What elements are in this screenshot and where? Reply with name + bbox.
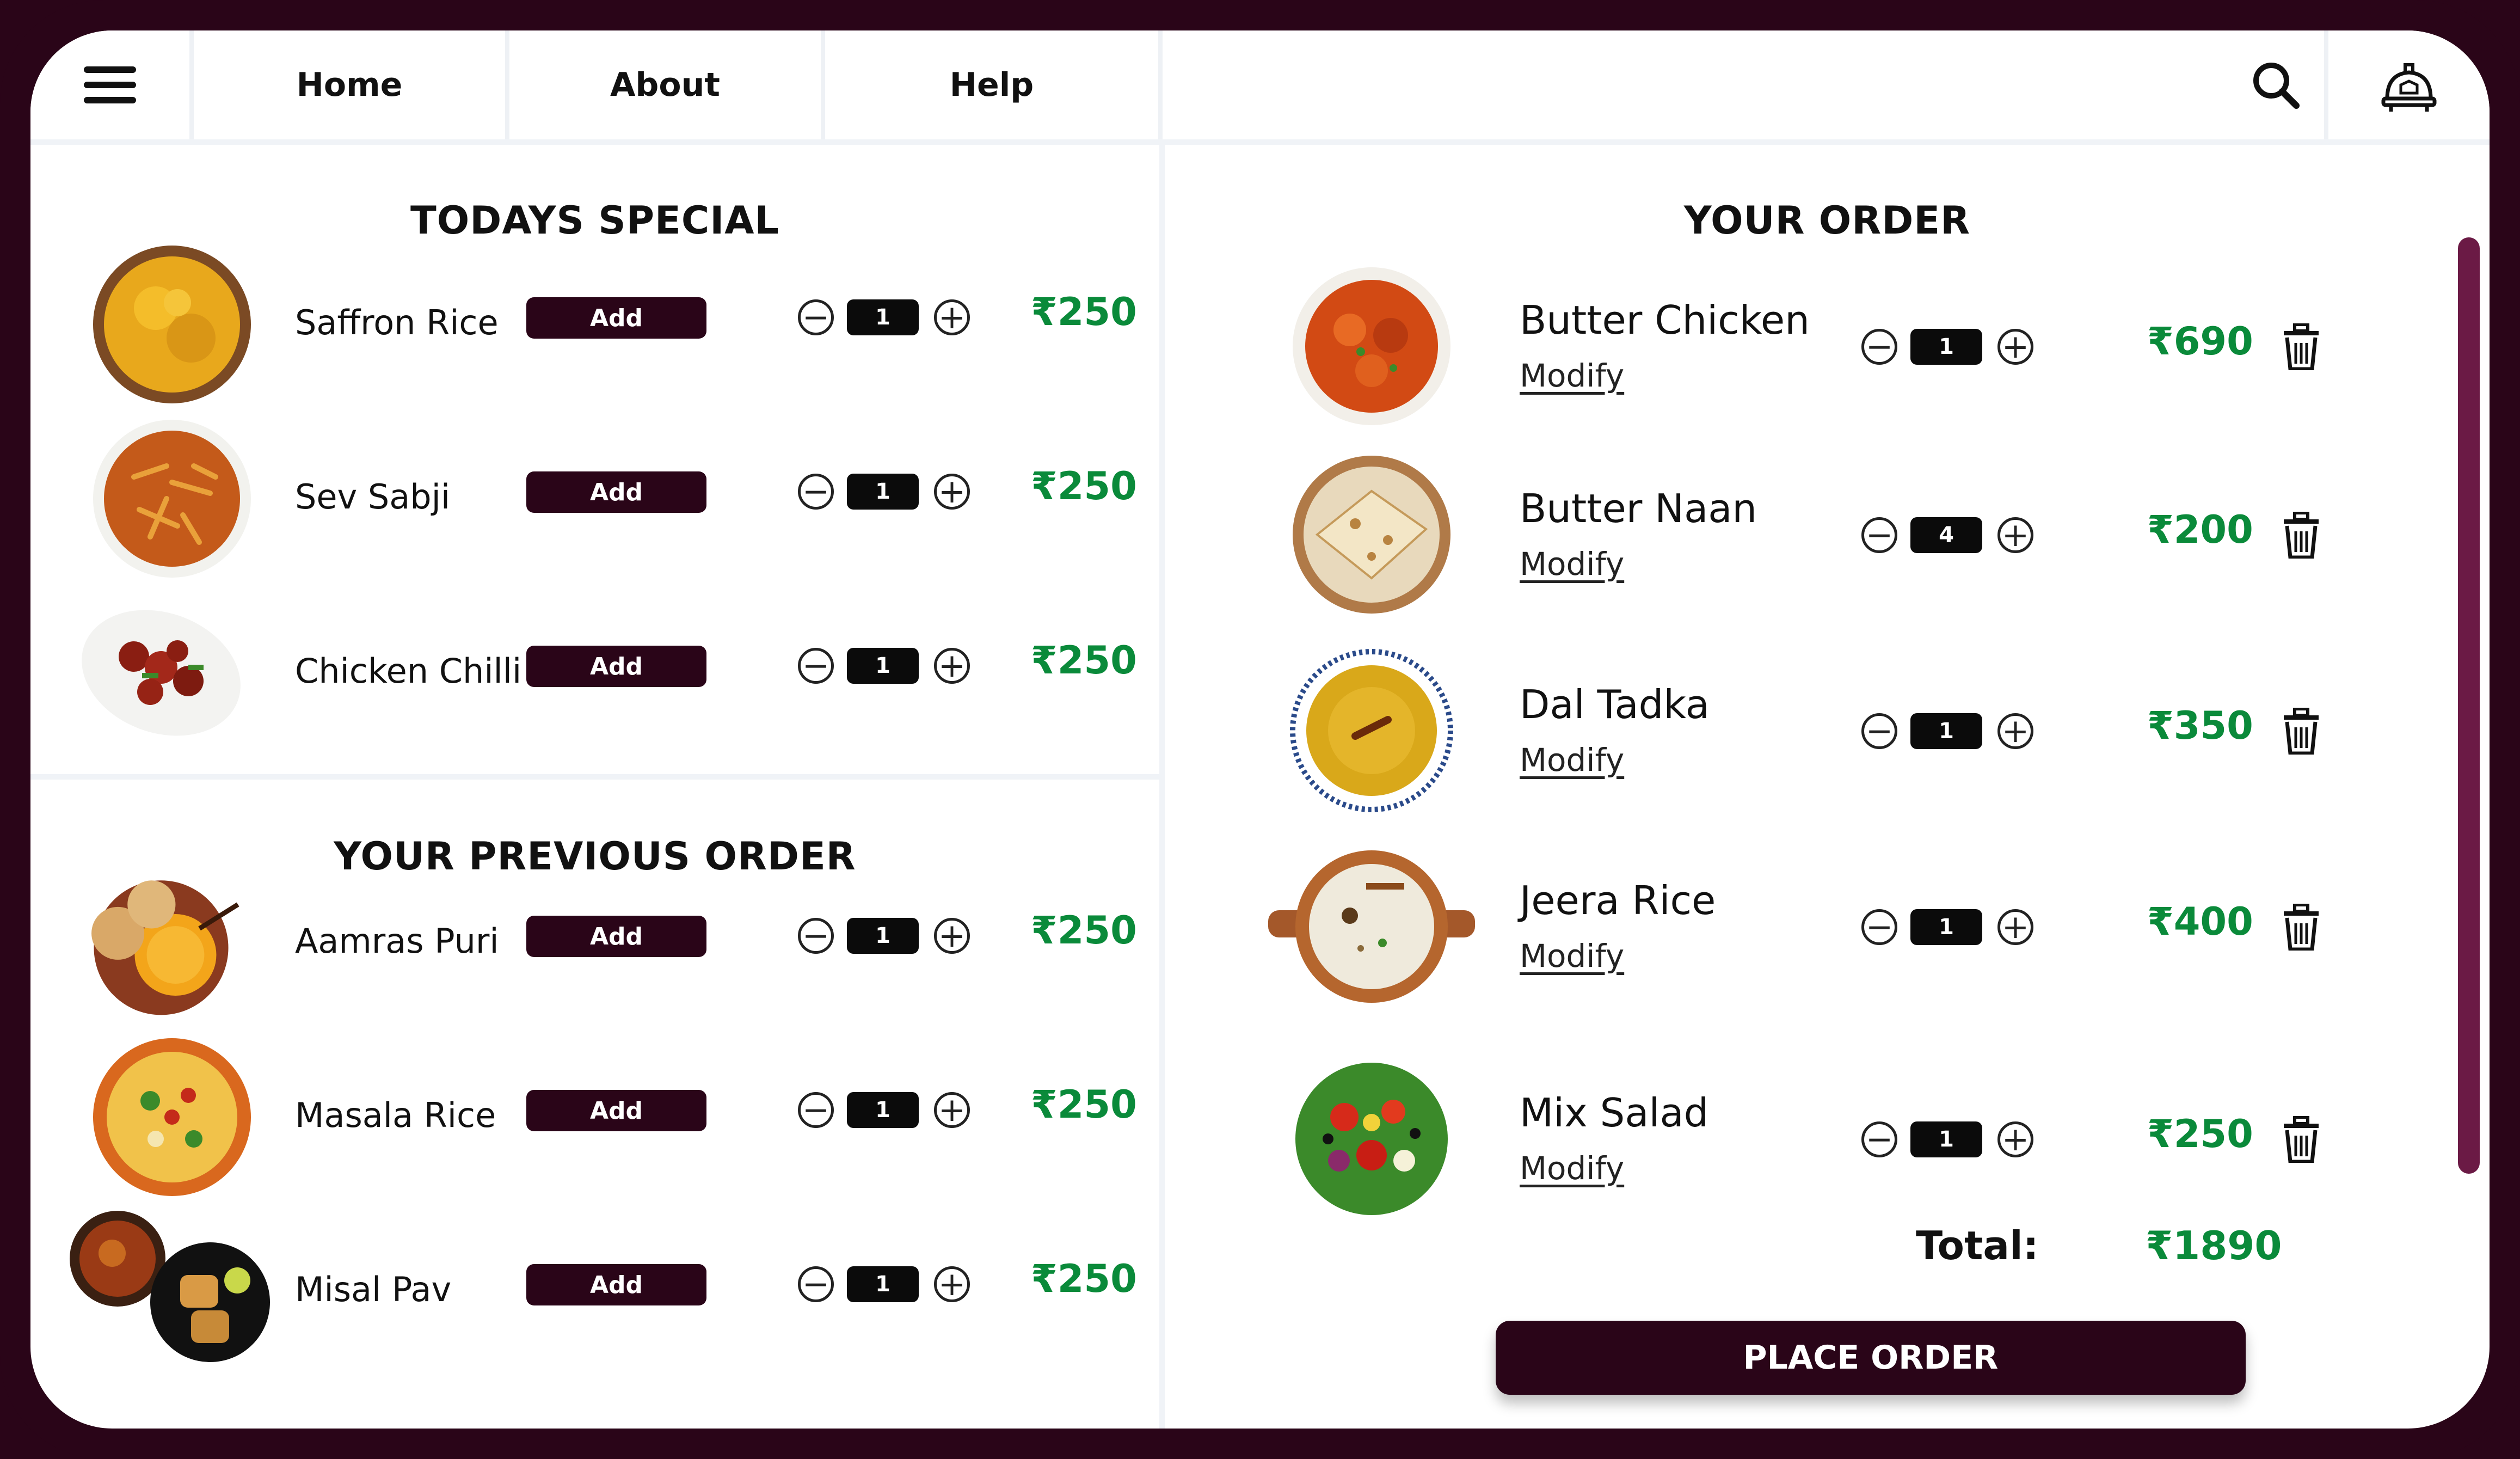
decrease-qty-button[interactable]: − bbox=[798, 1266, 834, 1302]
increase-qty-button[interactable]: + bbox=[1997, 517, 2033, 553]
device-frame: Home About Help TODAYS SPECIAL Saffron R… bbox=[0, 0, 2520, 1459]
decrease-qty-button[interactable]: − bbox=[798, 1092, 834, 1128]
order-item: Butter Chicken Modify − 1 + ₹690 bbox=[1165, 265, 2490, 439]
add-button[interactable]: Add bbox=[526, 916, 706, 957]
menu-item-price: ₹250 bbox=[1031, 1256, 1137, 1301]
decrease-qty-button[interactable]: − bbox=[798, 918, 834, 954]
quantity-value: 1 bbox=[1910, 909, 1982, 945]
menu-item-name: Aamras Puri bbox=[295, 921, 499, 961]
your-order-title: YOUR ORDER bbox=[1683, 198, 1971, 243]
nav-home-label: Home bbox=[296, 66, 403, 104]
decrease-qty-button[interactable]: − bbox=[1861, 1121, 1897, 1157]
total-label: Total: bbox=[1916, 1223, 2039, 1268]
app-screen: Home About Help TODAYS SPECIAL Saffron R… bbox=[30, 30, 2490, 1429]
quantity-value: 1 bbox=[1910, 713, 1982, 749]
total-value: ₹1890 bbox=[2146, 1223, 2282, 1268]
butter-chicken-image bbox=[1293, 267, 1450, 425]
modify-link[interactable]: Modify bbox=[1520, 1150, 1624, 1187]
order-item-name: Butter Naan bbox=[1520, 486, 1757, 531]
order-item-price: ₹400 bbox=[2147, 899, 2253, 944]
menu-icon[interactable] bbox=[30, 30, 194, 139]
order-item: Mix Salad Modify − 1 + ₹250 bbox=[1165, 1057, 2490, 1231]
trash-icon[interactable] bbox=[2282, 708, 2321, 755]
modify-link[interactable]: Modify bbox=[1520, 545, 1624, 583]
order-item-price: ₹250 bbox=[2147, 1112, 2253, 1156]
order-item-price: ₹350 bbox=[2147, 703, 2253, 748]
quantity-value: 1 bbox=[847, 1092, 919, 1128]
order-item: Dal Tadka Modify − 1 + ₹350 bbox=[1165, 649, 2490, 823]
decrease-qty-button[interactable]: − bbox=[1861, 329, 1897, 365]
quantity-value: 4 bbox=[1910, 517, 1982, 553]
quantity-value: 1 bbox=[847, 1266, 919, 1302]
vertical-divider bbox=[1159, 139, 1165, 1429]
nav-about-label: About bbox=[610, 66, 720, 104]
quantity-value: 1 bbox=[1910, 1121, 1982, 1157]
misal-pav-image bbox=[70, 1211, 270, 1362]
service-bell-icon[interactable] bbox=[2328, 30, 2490, 139]
quantity-value: 1 bbox=[1910, 329, 1982, 365]
order-item: Butter Naan Modify − 4 + ₹200 bbox=[1165, 453, 2490, 627]
modify-link[interactable]: Modify bbox=[1520, 357, 1624, 394]
decrease-qty-button[interactable]: − bbox=[1861, 909, 1897, 945]
trash-icon[interactable] bbox=[2282, 512, 2321, 559]
increase-qty-button[interactable]: + bbox=[1997, 329, 2033, 365]
previous-order-panel: YOUR PREVIOUS ORDER Aamras Puri Add − 1 … bbox=[30, 145, 1159, 1429]
add-button[interactable]: Add bbox=[526, 1090, 706, 1131]
menu-item-name: Misal Pav bbox=[295, 1270, 452, 1309]
jeera-rice-image bbox=[1268, 850, 1475, 1003]
butter-naan-image bbox=[1293, 456, 1450, 614]
order-item: Jeera Rice Modify − 1 + ₹400 bbox=[1165, 845, 2490, 1019]
masala-rice-image bbox=[93, 1038, 251, 1196]
order-item-price: ₹690 bbox=[2147, 319, 2253, 364]
quantity-value: 1 bbox=[847, 918, 919, 954]
increase-qty-button[interactable]: + bbox=[934, 1266, 970, 1302]
modify-link[interactable]: Modify bbox=[1520, 741, 1624, 778]
trash-icon[interactable] bbox=[2282, 904, 2321, 951]
nav-home[interactable]: Home bbox=[194, 30, 509, 139]
trash-icon[interactable] bbox=[2282, 1116, 2321, 1163]
increase-qty-button[interactable]: + bbox=[1997, 713, 2033, 749]
nav-help-label: Help bbox=[949, 66, 1034, 104]
order-item-name: Jeera Rice bbox=[1520, 878, 1716, 923]
nav-about[interactable]: About bbox=[509, 30, 825, 139]
order-item-name: Butter Chicken bbox=[1520, 297, 1810, 343]
menu-item-price: ₹250 bbox=[1031, 1082, 1137, 1127]
decrease-qty-button[interactable]: − bbox=[1861, 713, 1897, 749]
trash-icon[interactable] bbox=[2282, 323, 2321, 370]
menu-item-price: ₹250 bbox=[1031, 908, 1137, 953]
place-order-button[interactable]: PLACE ORDER bbox=[1496, 1321, 2246, 1395]
order-item-price: ₹200 bbox=[2147, 507, 2253, 552]
mix-salad-image bbox=[1295, 1063, 1448, 1215]
add-button[interactable]: Add bbox=[526, 1264, 706, 1305]
increase-qty-button[interactable]: + bbox=[1997, 909, 2033, 945]
order-item-name: Mix Salad bbox=[1520, 1090, 1709, 1136]
increase-qty-button[interactable]: + bbox=[1997, 1121, 2033, 1157]
modify-link[interactable]: Modify bbox=[1520, 937, 1624, 974]
nav-help[interactable]: Help bbox=[825, 30, 1163, 139]
menu-item: Masala Rice Add − 1 + ₹250 bbox=[30, 1035, 1159, 1199]
decrease-qty-button[interactable]: − bbox=[1861, 517, 1897, 553]
order-item-name: Dal Tadka bbox=[1520, 682, 1710, 727]
menu-item-name: Masala Rice bbox=[295, 1095, 496, 1135]
order-scrollbar[interactable] bbox=[2458, 237, 2480, 1174]
order-panel: YOUR ORDER Butter Chicken Modify − 1 + ₹… bbox=[1165, 145, 2490, 1429]
aamras-puri-image bbox=[91, 880, 239, 1015]
menu-item: Misal Pav Add − 1 + ₹250 bbox=[30, 1210, 1159, 1373]
increase-qty-button[interactable]: + bbox=[934, 918, 970, 954]
menu-item: Aamras Puri Add − 1 + ₹250 bbox=[30, 861, 1159, 1025]
top-nav-bar: Home About Help bbox=[30, 30, 2490, 145]
dal-tadka-image bbox=[1290, 649, 1453, 812]
increase-qty-button[interactable]: + bbox=[934, 1092, 970, 1128]
